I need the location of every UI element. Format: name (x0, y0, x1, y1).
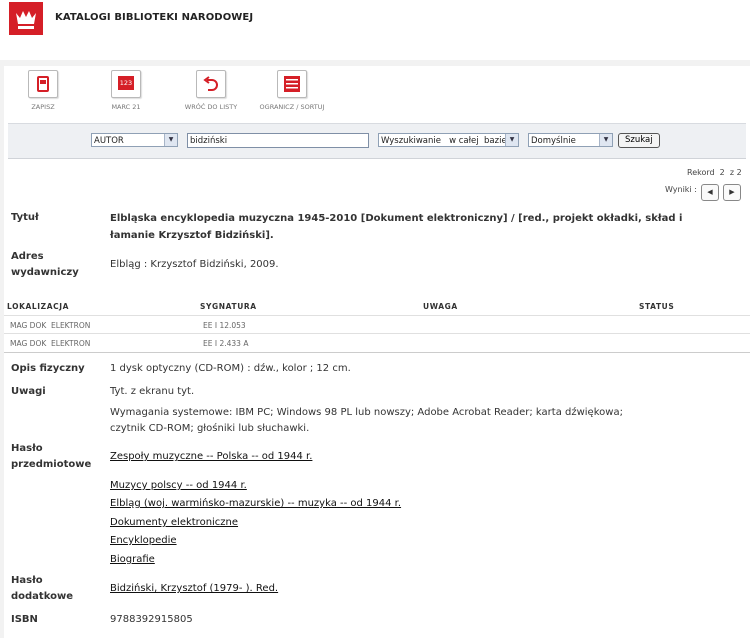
sort-value: Domyślnie (531, 136, 576, 146)
subject-link[interactable]: Zespoły muzyczne -- Polska -- od 1944 r. (110, 451, 312, 462)
filter-sort-label: OGRANICZ / SORTUJ (259, 103, 325, 111)
search-field-select[interactable]: AUTOR ▼ (91, 133, 178, 147)
divider (4, 352, 750, 353)
added-entry-link[interactable]: Bidziński, Krzysztof (1979- ). Red. (110, 583, 278, 594)
chevron-down-icon: ▼ (599, 134, 612, 146)
notes-label: Uwagi (11, 386, 46, 397)
search-bar: AUTOR ▼ bidziński Wyszukiwanie w całej b… (8, 123, 746, 159)
library-logo[interactable] (9, 2, 43, 35)
arrow-right-icon: ▶ (729, 188, 735, 196)
marc21-icon: 123 (111, 70, 141, 98)
holdings-header-status: STATUS (639, 302, 675, 311)
sort-select[interactable]: Domyślnie ▼ (528, 133, 613, 147)
subject-item: Dokumenty elektroniczne (110, 515, 238, 531)
list-filter-icon (277, 70, 307, 98)
next-record-button[interactable]: ▶ (723, 184, 741, 201)
arrow-left-icon: ◀ (707, 188, 713, 196)
chevron-down-icon: ▼ (164, 134, 177, 146)
note-item: Tyt. z ekranu tyt. (110, 386, 195, 397)
chevron-down-icon: ▼ (505, 134, 518, 146)
site-header: KATALOGI BIBLIOTEKI NARODOWEJ (0, 0, 750, 60)
signature-link[interactable]: EE I 2.433 A (203, 339, 248, 348)
search-scope-value: Wyszukiwanie w całej bazie (381, 136, 507, 146)
isbn-value: 9788392915805 (110, 614, 193, 625)
subject-link[interactable]: Biografie (110, 554, 155, 565)
added-entry-item: Bidziński, Krzysztof (1979- ). Red. (110, 581, 278, 597)
note-item: Wymagania systemowe: IBM PC; Windows 98 … (110, 407, 623, 434)
record-panel: ZAPISZ 123 MARC 21 WRÓĆ DO LISTY OGRANIC… (4, 66, 750, 638)
holdings-location: MAG DOK ELEKTRON (10, 321, 91, 330)
signature-link[interactable]: EE I 12.053 (203, 321, 246, 330)
subject-item: Encyklopedie (110, 533, 177, 549)
publisher-label: Adres wydawniczy (11, 251, 79, 278)
subject-label: Hasło przedmiotowe (11, 443, 92, 470)
back-to-list-label: WRÓĆ DO LISTY (184, 103, 238, 111)
back-to-list-button[interactable]: WRÓĆ DO LISTY (169, 70, 253, 111)
subject-item: Zespoły muzyczne -- Polska -- od 1944 r. (110, 449, 312, 465)
save-label: ZAPISZ (31, 103, 55, 111)
subject-link[interactable]: Dokumenty elektroniczne (110, 517, 238, 528)
back-arrow-icon (196, 70, 226, 98)
physical-description-label: Opis fizyczny (11, 363, 85, 374)
holdings-header-signature: SYGNATURA (200, 302, 257, 311)
holdings-signature: EE I 2.433 A (203, 339, 248, 348)
divider (4, 333, 750, 334)
holdings-signature: EE I 12.053 (203, 321, 246, 330)
publisher-value: Elbląg : Krzysztof Bidziński, 2009. (110, 259, 279, 270)
holdings-header-note: UWAGA (423, 302, 458, 311)
record-counter: Rekord 2 z 2 (687, 168, 742, 177)
subject-link[interactable]: Elbląg (woj. warmińsko-mazurskie) -- muz… (110, 498, 401, 509)
previous-record-button[interactable]: ◀ (701, 184, 719, 201)
isbn-label: ISBN (11, 614, 38, 625)
subject-item: Elbląg (woj. warmińsko-mazurskie) -- muz… (110, 496, 401, 512)
divider (4, 315, 750, 316)
subject-link[interactable]: Muzycy polscy -- od 1944 r. (110, 480, 247, 491)
search-button[interactable]: Szukaj (618, 133, 660, 148)
site-title: KATALOGI BIBLIOTEKI NARODOWEJ (55, 12, 254, 23)
marc21-label: MARC 21 (111, 103, 141, 111)
subject-item: Muzycy polscy -- od 1944 r. (110, 478, 247, 494)
title-label: Tytuł (11, 212, 39, 223)
filter-sort-button[interactable]: OGRANICZ / SORTUJ (250, 70, 334, 111)
search-scope-select[interactable]: Wyszukiwanie w całej bazie ▼ (378, 133, 519, 147)
holdings-header-location: LOKALIZACJA (7, 302, 70, 311)
results-label: Wyniki : (665, 185, 697, 194)
holdings-location: MAG DOK ELEKTRON (10, 339, 91, 348)
subject-item: Biografie (110, 552, 155, 568)
save-icon (28, 70, 58, 98)
marc21-button[interactable]: 123 MARC 21 (84, 70, 168, 111)
save-button[interactable]: ZAPISZ (1, 70, 85, 111)
search-field-value: AUTOR (94, 136, 124, 146)
search-input[interactable]: bidziński (187, 133, 369, 148)
subject-link[interactable]: Encyklopedie (110, 535, 177, 546)
physical-description-value: 1 dysk optyczny (CD-ROM) : dźw., kolor ;… (110, 363, 351, 374)
added-entry-label: Hasło dodatkowe (11, 575, 73, 602)
title-value: Elbląska encyklopedia muzyczna 1945-2010… (110, 213, 683, 241)
